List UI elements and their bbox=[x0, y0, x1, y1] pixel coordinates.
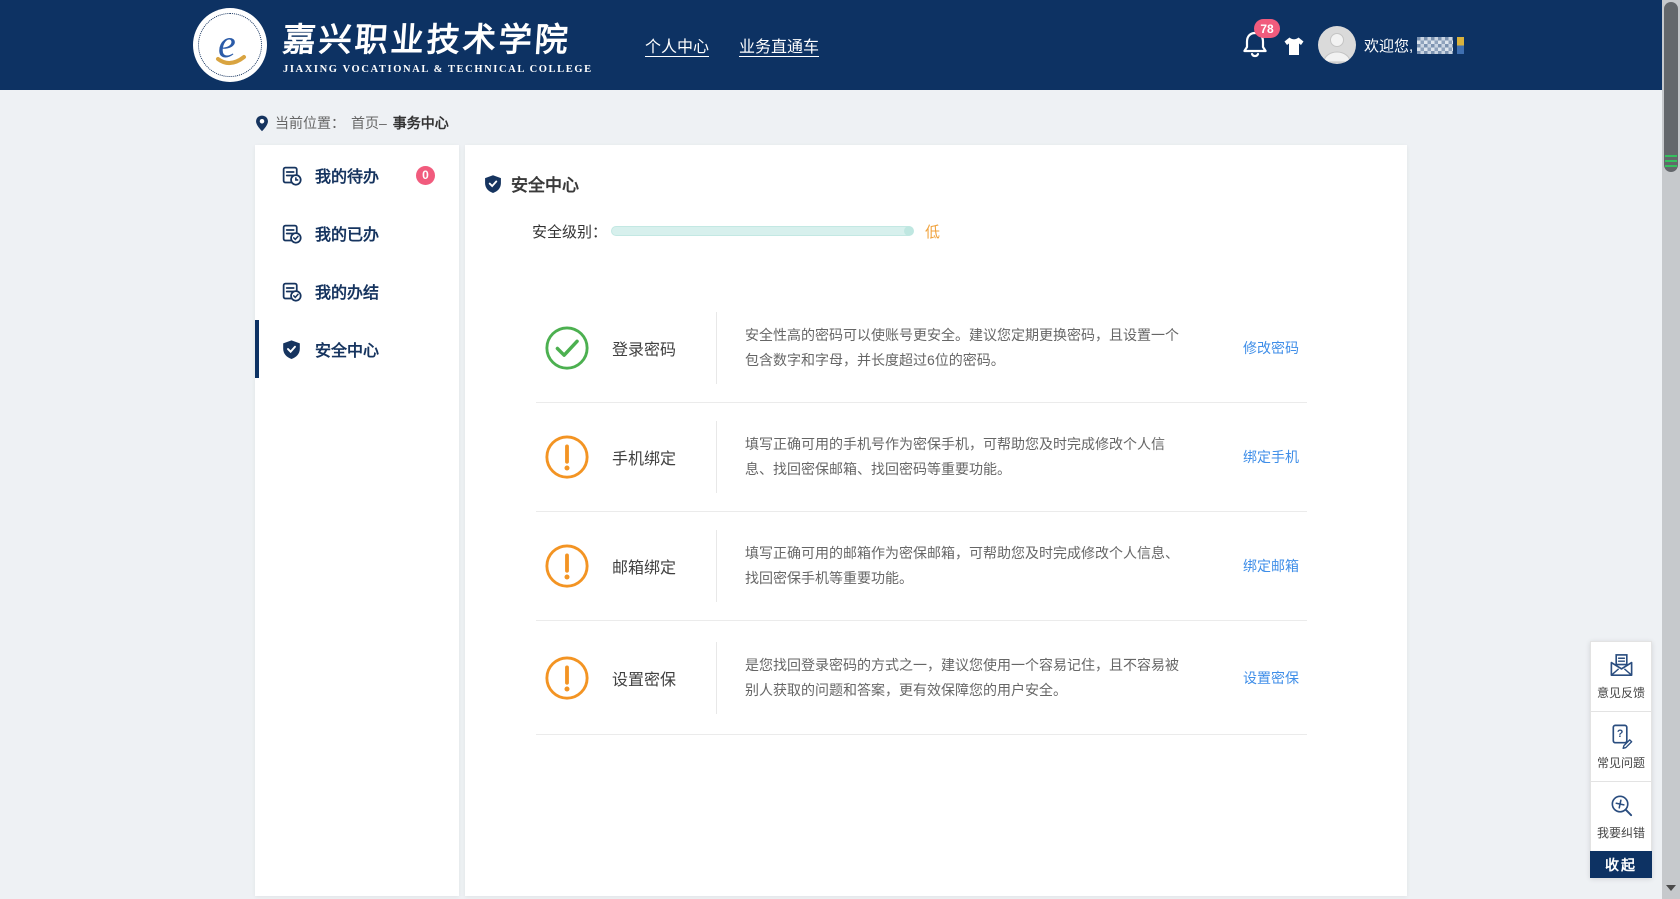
sidebar-item-label: 我的已办 bbox=[315, 221, 379, 245]
check-circle-icon bbox=[544, 325, 590, 371]
feedback-label: 意见反馈 bbox=[1597, 684, 1645, 701]
breadcrumb: 当前位置： 首页– 事务中心 bbox=[255, 106, 449, 140]
seal-e-swirl-icon: e bbox=[204, 19, 256, 71]
security-level-row: 安全级别： 低 bbox=[532, 220, 1407, 242]
faq-label: 常见问题 bbox=[1597, 754, 1645, 771]
floating-toolbar: 意见反馈 ? 常见问题 我要纠错 收起 bbox=[1590, 641, 1652, 878]
security-item-title: 手机绑定 bbox=[612, 445, 716, 469]
svg-text:?: ? bbox=[1616, 728, 1622, 740]
bind-email-link[interactable]: 绑定邮箱 bbox=[1243, 556, 1299, 576]
user-avatar[interactable] bbox=[1318, 26, 1356, 64]
sidebar-item-my-closed[interactable]: 我的办结 bbox=[255, 262, 459, 320]
todo-count-badge: 0 bbox=[416, 166, 435, 185]
redacted-username-tail bbox=[1457, 37, 1464, 54]
security-item-description: 填写正确可用的手机号作为密保手机，可帮助您及时完成修改个人信息、找回密保邮箱、找… bbox=[717, 432, 1179, 482]
sidebar-item-label: 我的待办 bbox=[315, 163, 379, 187]
top-navbar: e 嘉兴职业技术学院 JIAXING VOCATIONAL & TECHNICA… bbox=[0, 0, 1662, 90]
feedback-envelope-icon bbox=[1608, 652, 1635, 679]
vertical-scrollbar[interactable] bbox=[1662, 0, 1680, 899]
main-header: 安全中心 bbox=[465, 145, 1407, 196]
security-row-email-binding: 邮箱绑定 填写正确可用的邮箱作为密保邮箱，可帮助您及时完成修改个人信息、找回密保… bbox=[536, 512, 1307, 621]
sidebar-item-label: 我的办结 bbox=[315, 279, 379, 303]
college-name-cn: 嘉兴职业技术学院 bbox=[281, 13, 594, 61]
sidebar-item-my-todo[interactable]: 我的待办 0 bbox=[255, 146, 459, 204]
feedback-button[interactable]: 意见反馈 bbox=[1590, 641, 1652, 711]
faq-document-icon: ? bbox=[1608, 722, 1635, 749]
security-item-title: 登录密码 bbox=[612, 336, 716, 360]
exclamation-circle-icon bbox=[544, 655, 590, 701]
shield-check-icon bbox=[281, 339, 302, 360]
notification-count-badge: 78 bbox=[1254, 19, 1280, 38]
error-magnifier-icon bbox=[1608, 792, 1635, 819]
breadcrumb-current[interactable]: 事务中心 bbox=[393, 113, 449, 133]
security-item-title: 邮箱绑定 bbox=[612, 554, 716, 578]
breadcrumb-home[interactable]: 首页– bbox=[351, 113, 387, 133]
doc-clock-icon bbox=[281, 165, 302, 186]
report-error-button[interactable]: 我要纠错 bbox=[1590, 781, 1652, 851]
college-name-block: 嘉兴职业技术学院 JIAXING VOCATIONAL & TECHNICAL … bbox=[283, 13, 593, 75]
welcome-text: 欢迎您, bbox=[1364, 35, 1413, 56]
security-row-login-password: 登录密码 安全性高的密码可以使账号更安全。建议您定期更换密码，且设置一个包含数字… bbox=[536, 294, 1307, 403]
modify-password-link[interactable]: 修改密码 bbox=[1243, 338, 1299, 358]
set-secret-link[interactable]: 设置密保 bbox=[1243, 668, 1299, 688]
location-pin-icon bbox=[255, 115, 269, 132]
college-seal-emblem: e bbox=[198, 13, 262, 77]
sidebar-item-label: 安全中心 bbox=[315, 337, 379, 361]
bind-phone-link[interactable]: 绑定手机 bbox=[1243, 447, 1299, 467]
tshirt-icon[interactable] bbox=[1281, 34, 1307, 60]
scrollbar-thumb[interactable] bbox=[1664, 2, 1678, 172]
security-center-panel: 安全中心 安全级别： 低 登录密码 安全性高的密码可以使账号更安全。建议您定期更… bbox=[465, 145, 1407, 896]
scrollbar-down-arrow-icon[interactable] bbox=[1666, 885, 1676, 891]
report-error-label: 我要纠错 bbox=[1597, 824, 1645, 841]
exclamation-circle-icon bbox=[544, 543, 590, 589]
page-title: 安全中心 bbox=[511, 171, 579, 196]
welcome-block: 欢迎您, bbox=[1364, 35, 1464, 56]
security-items-list: 登录密码 安全性高的密码可以使账号更安全。建议您定期更换密码，且设置一个包含数字… bbox=[536, 294, 1307, 735]
nav-link-business-express[interactable]: 业务直通车 bbox=[739, 33, 819, 57]
security-item-title: 设置密保 bbox=[612, 666, 716, 690]
security-item-description: 安全性高的密码可以使账号更安全。建议您定期更换密码，且设置一个包含数字和字母，并… bbox=[717, 323, 1179, 373]
nav-link-personal-center[interactable]: 个人中心 bbox=[645, 33, 709, 57]
college-seal-logo[interactable]: e bbox=[193, 8, 267, 82]
sidebar-item-my-done[interactable]: 我的已办 bbox=[255, 204, 459, 262]
redacted-username bbox=[1417, 37, 1453, 54]
collapse-toolbar-button[interactable]: 收起 bbox=[1590, 851, 1652, 878]
security-row-phone-binding: 手机绑定 填写正确可用的手机号作为密保手机，可帮助您及时完成修改个人信息、找回密… bbox=[536, 403, 1307, 512]
doc-check-icon bbox=[281, 281, 302, 302]
breadcrumb-label: 当前位置： bbox=[275, 113, 345, 133]
security-item-description: 是您找回登录密码的方式之一，建议您使用一个容易记住，且不容易被别人获取的问题和答… bbox=[717, 653, 1179, 703]
sidebar-menu: 我的待办 0 我的已办 我的办结 安全中心 bbox=[255, 145, 459, 896]
security-level-label: 安全级别： bbox=[532, 221, 607, 242]
security-level-value: 低 bbox=[925, 221, 940, 242]
security-item-description: 填写正确可用的邮箱作为密保邮箱，可帮助您及时完成修改个人信息、找回密保手机等重要… bbox=[717, 541, 1179, 591]
faq-button[interactable]: ? 常见问题 bbox=[1590, 711, 1652, 781]
security-level-progressbar bbox=[611, 226, 913, 236]
college-name-en: JIAXING VOCATIONAL & TECHNICAL COLLEGE bbox=[283, 64, 593, 75]
sidebar-item-security-center[interactable]: 安全中心 bbox=[255, 320, 459, 378]
exclamation-circle-icon bbox=[544, 434, 590, 480]
scrollbar-green-markers bbox=[1665, 155, 1677, 168]
doc-check-icon bbox=[281, 223, 302, 244]
shield-check-icon bbox=[483, 174, 503, 194]
security-row-secret-question: 设置密保 是您找回登录密码的方式之一，建议您使用一个容易记住，且不容易被别人获取… bbox=[536, 621, 1307, 735]
